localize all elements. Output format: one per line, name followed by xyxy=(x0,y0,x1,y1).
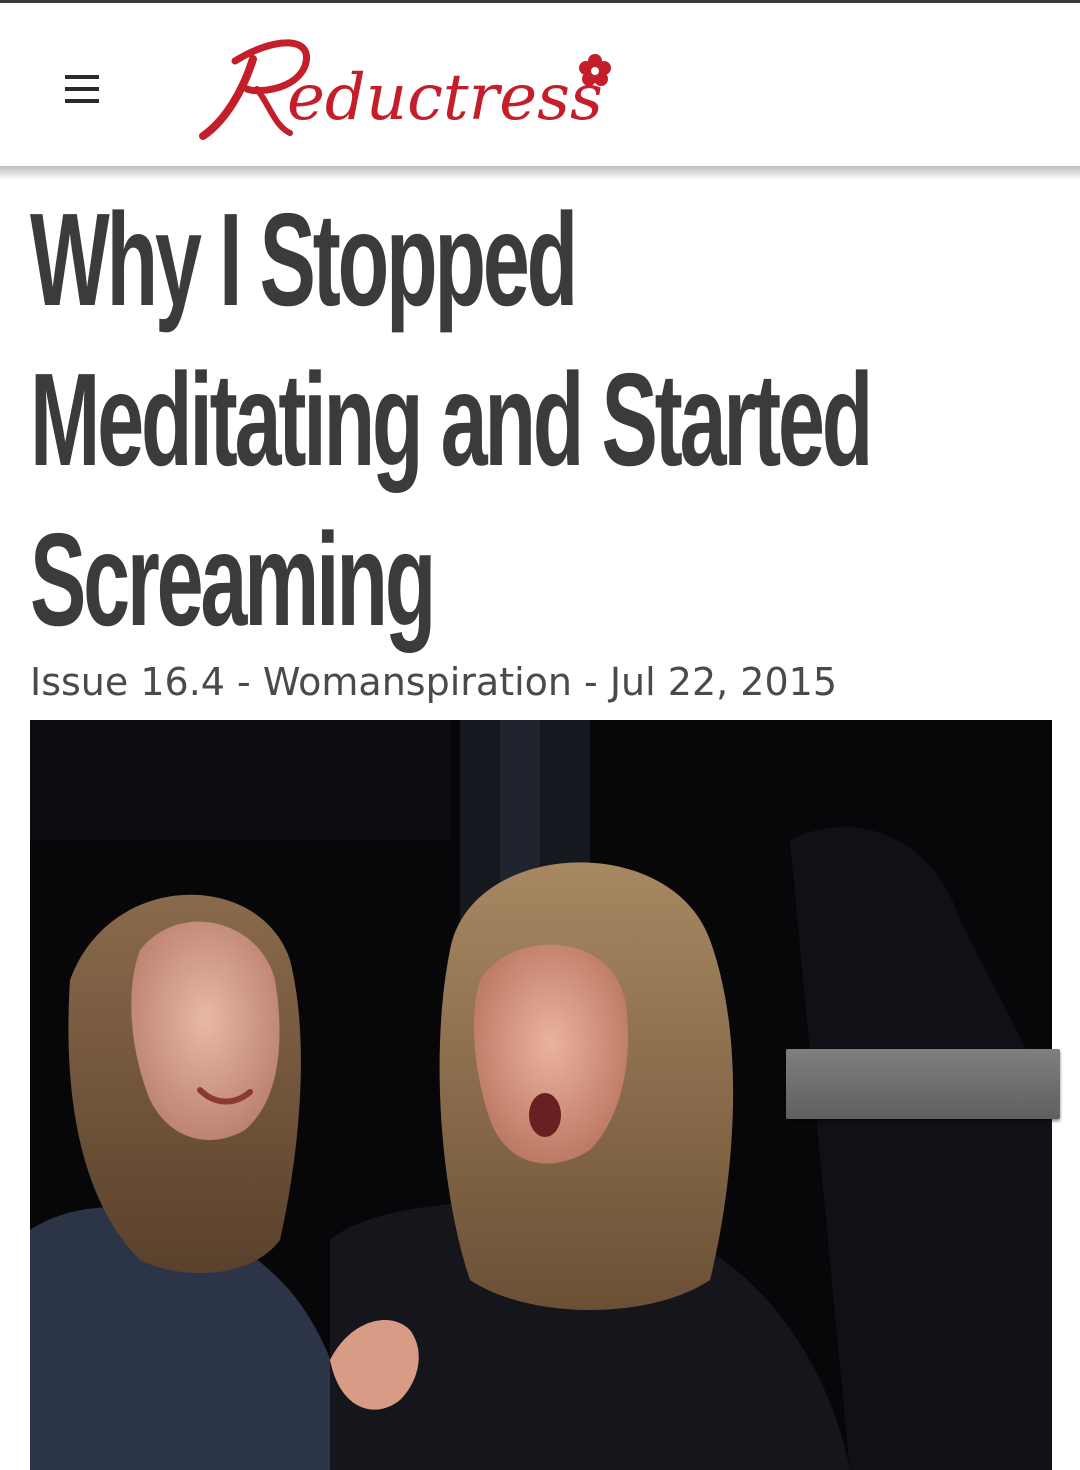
logo-wordmark: eductress xyxy=(287,61,603,135)
headline-line-2: Meditating and Started xyxy=(30,346,873,493)
header-shadow xyxy=(0,166,1080,180)
article-meta: Issue 16.4 - Womanspiration - Jul 22, 20… xyxy=(30,660,837,704)
redaction-box xyxy=(786,1049,1060,1119)
reductress-logo: eductress xyxy=(199,39,611,140)
site-logo[interactable]: eductress xyxy=(195,31,635,151)
headline-line-1: Why I Stopped xyxy=(30,186,578,333)
hamburger-menu-icon[interactable] xyxy=(62,73,102,107)
flower-icon xyxy=(579,54,611,86)
headline-line-3: Screaming xyxy=(30,506,436,653)
site-header: eductress xyxy=(0,3,1080,168)
article-headline: Why I Stopped Meditating and Started Scr… xyxy=(30,180,873,660)
